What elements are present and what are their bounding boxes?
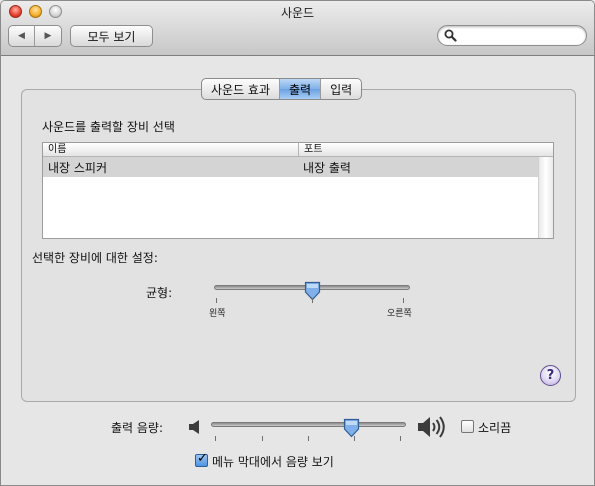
back-forward-control: ◀ ▶	[8, 25, 62, 47]
speaker-quiet-icon	[189, 420, 199, 434]
tab-bar: 사운드 효과 출력 입력	[201, 78, 363, 100]
volume-tick	[354, 436, 355, 441]
show-volume-in-menubar-checkbox[interactable]: ✓	[195, 451, 208, 467]
output-volume-label: 출력 음량:	[111, 421, 164, 435]
volume-slider-thumb[interactable]	[343, 418, 360, 438]
balance-right-label: 오른쪽	[387, 309, 412, 319]
tab-sound-effects[interactable]: 사운드 효과	[202, 79, 281, 99]
balance-tick-center	[312, 298, 313, 303]
volume-tick	[308, 436, 309, 441]
tab-output[interactable]: 출력	[280, 79, 322, 99]
column-header-name[interactable]: 이름	[43, 143, 299, 156]
volume-tick	[262, 436, 263, 441]
tab-panel	[21, 89, 576, 402]
device-name-cell: 내장 스피커	[48, 160, 108, 175]
window-title: 사운드	[280, 6, 315, 20]
sound-preferences-window: 사운드 ◀ ▶ 모두 보기 사운드 효과 출력 입력 사운드를 출력할 장비 선…	[0, 0, 595, 486]
speaker-loud-icon	[418, 416, 445, 438]
help-button[interactable]: ?	[540, 365, 561, 386]
volume-tick	[215, 436, 216, 441]
device-port-cell: 내장 출력	[303, 160, 351, 175]
table-header: 이름 포트	[43, 143, 553, 157]
balance-tick-left	[216, 298, 217, 303]
forward-arrow-icon: ▶	[44, 31, 52, 41]
balance-left-label: 왼쪽	[209, 309, 226, 319]
mute-label: 소리끔	[478, 421, 512, 435]
choose-device-label: 사운드를 출력할 장비 선택	[42, 120, 175, 134]
checkmark-icon: ✓	[197, 451, 208, 466]
search-field[interactable]	[437, 25, 587, 46]
table-row[interactable]: 내장 스피커 내장 출력	[43, 157, 539, 177]
back-button[interactable]: ◀	[9, 26, 35, 46]
device-settings-label: 선택한 장비에 대한 설정:	[32, 251, 158, 265]
back-arrow-icon: ◀	[18, 31, 25, 41]
search-icon	[444, 29, 457, 42]
output-device-table: 이름 포트 내장 스피커 내장 출력	[42, 142, 554, 239]
mute-checkbox[interactable]	[461, 420, 474, 433]
volume-tick	[400, 436, 401, 441]
title-toolbar: 사운드 ◀ ▶ 모두 보기	[1, 1, 594, 56]
column-header-port[interactable]: 포트	[299, 143, 322, 156]
show-all-button[interactable]: 모두 보기	[70, 25, 153, 47]
balance-label: 균형:	[146, 286, 173, 300]
volume-slider-track[interactable]	[211, 422, 406, 427]
balance-tick-right	[403, 298, 404, 303]
show-volume-in-menubar-label: 메뉴 막대에서 음량 보기	[212, 455, 334, 469]
forward-button[interactable]: ▶	[35, 26, 61, 46]
tab-input[interactable]: 입력	[321, 79, 361, 99]
table-scrollbar[interactable]	[538, 157, 553, 238]
